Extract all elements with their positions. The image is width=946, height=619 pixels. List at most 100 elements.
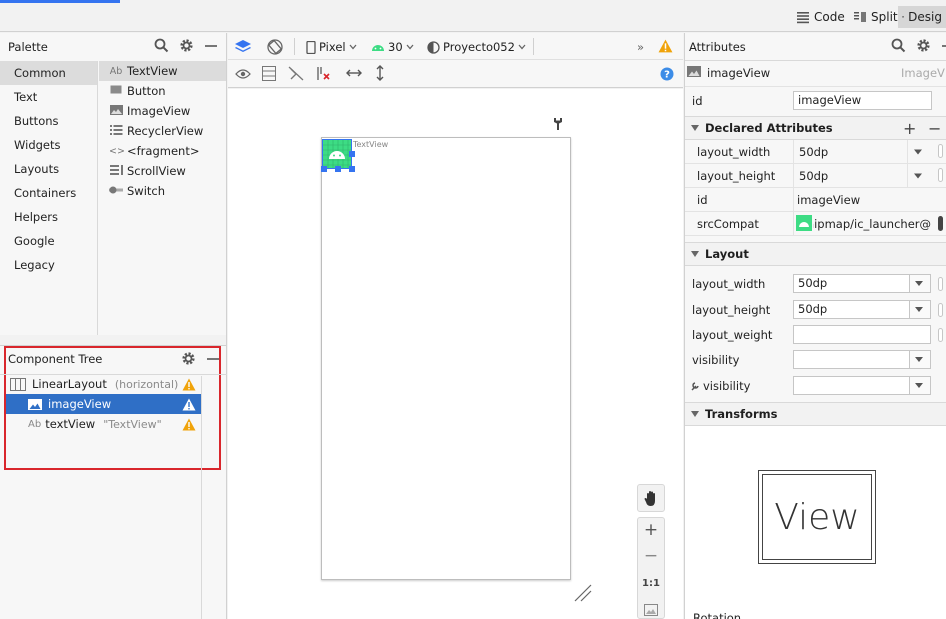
palette-category[interactable]: Common — [0, 61, 97, 85]
tree-row-textview[interactable]: Ab textView "TextView" — [6, 414, 201, 434]
visibility-dropdown[interactable] — [793, 350, 931, 369]
attr-name: id — [697, 193, 708, 207]
textview-preview[interactable]: TextView — [353, 140, 388, 149]
minimize-icon[interactable] — [206, 352, 220, 366]
toolbar-overflow-button[interactable]: » — [637, 37, 644, 57]
zoom-reset-button[interactable]: 1:1 — [638, 578, 664, 589]
palette-category[interactable]: Containers — [0, 181, 97, 205]
design-surface-button[interactable] — [234, 37, 252, 57]
attr-value[interactable]: imageView — [797, 193, 860, 207]
palette-item-imageview[interactable]: ImageView — [99, 101, 226, 121]
design-canvas[interactable]: TextView + − 1:1 — [228, 89, 683, 619]
palette-item-switch[interactable]: Switch — [99, 181, 226, 201]
resize-handle[interactable] — [349, 166, 355, 172]
resize-handle[interactable] — [335, 166, 341, 172]
warning-icon[interactable] — [182, 418, 196, 431]
zoom-fit-icon[interactable] — [644, 604, 658, 616]
autoconnect-off-icon[interactable] — [288, 66, 304, 81]
resize-handle[interactable] — [349, 151, 355, 157]
palette-category[interactable]: Google — [0, 229, 97, 253]
gear-icon[interactable] — [179, 38, 194, 53]
palette-category[interactable]: Widgets — [0, 133, 97, 157]
palette-item-recyclerview[interactable]: RecyclerView — [99, 121, 226, 141]
palette-item-scrollview[interactable]: ScrollView — [99, 161, 226, 181]
search-icon[interactable] — [891, 38, 906, 53]
divider — [294, 38, 295, 55]
layout-width-dropdown[interactable]: 50dp — [793, 274, 931, 293]
id-label: id — [692, 94, 703, 108]
palette-category[interactable]: Text — [0, 85, 97, 109]
resource-picker-handle[interactable] — [938, 328, 943, 342]
dropdown-arrow-icon[interactable] — [913, 149, 923, 155]
resource-picker-handle[interactable] — [938, 277, 943, 291]
palette-item-label: <fragment> — [127, 144, 200, 158]
palette-item-button[interactable]: Button — [99, 81, 226, 101]
blueprint-icon[interactable] — [262, 66, 276, 81]
palette-item-label: ScrollView — [127, 164, 186, 178]
palette-category[interactable]: Legacy — [0, 253, 97, 277]
declared-row-srccompat[interactable]: srcCompat @mipmap/ic_launcher — [685, 212, 946, 236]
warning-icon[interactable] — [182, 378, 196, 391]
id-field[interactable]: imageView — [793, 91, 932, 110]
resize-corner-icon[interactable] — [573, 583, 593, 603]
attr-value[interactable]: @mipmap/ic_launcher — [813, 217, 931, 231]
selected-image-view[interactable] — [321, 139, 355, 172]
palette-item-fragment[interactable]: <> <fragment> — [99, 141, 226, 161]
vertical-expand-icon[interactable] — [375, 65, 385, 81]
attr-value[interactable]: 50dp — [799, 169, 828, 183]
layout-height-dropdown[interactable]: 50dp — [793, 300, 931, 319]
search-icon[interactable] — [154, 38, 169, 53]
gear-icon[interactable] — [181, 351, 196, 366]
resource-picker-handle[interactable] — [938, 168, 943, 182]
panel-splitter[interactable] — [0, 335, 227, 345]
layout-row-tools-visibility: visibility — [685, 374, 946, 398]
tree-row-imageview[interactable]: imageView — [6, 394, 201, 414]
gear-icon[interactable] — [916, 38, 931, 53]
device-label: Pixel — [319, 40, 346, 54]
resize-handle[interactable] — [321, 166, 327, 172]
split-mode-button[interactable]: Split — [849, 6, 902, 28]
palette-category[interactable]: Helpers — [0, 205, 97, 229]
declared-row-layout-height[interactable]: layout_height 50dp — [685, 164, 946, 188]
api-level-selector[interactable]: 30 — [371, 37, 414, 57]
attr-value[interactable]: 50dp — [799, 145, 828, 159]
palette-item-textview[interactable]: Ab TextView — [99, 61, 226, 81]
rotation-label: Rotation — [693, 613, 741, 619]
help-icon[interactable]: ? — [660, 67, 674, 81]
resource-picker-handle[interactable] — [938, 303, 943, 317]
pan-button[interactable] — [637, 484, 665, 512]
resource-picker-handle[interactable] — [938, 216, 943, 231]
wrench-icon[interactable] — [552, 117, 564, 131]
view-transform-preview[interactable]: View — [758, 470, 876, 564]
orientation-button[interactable] — [266, 37, 284, 57]
palette-category[interactable]: Layouts — [0, 157, 97, 181]
zoom-in-button[interactable]: + — [638, 520, 664, 540]
zoom-out-button[interactable]: − — [638, 546, 664, 566]
device-selector[interactable]: Pixel — [306, 37, 357, 57]
code-lines-icon — [797, 12, 809, 24]
add-attribute-icon[interactable]: + — [903, 119, 916, 138]
resource-picker-handle[interactable] — [938, 144, 943, 158]
transforms-section-header[interactable]: Transforms — [685, 402, 946, 426]
declared-row-id[interactable]: id imageView — [685, 188, 946, 212]
eye-icon[interactable] — [235, 68, 251, 80]
code-mode-button[interactable]: Code — [792, 6, 849, 28]
design-mode-button[interactable]: Desig — [898, 6, 946, 28]
dropdown-arrow-icon[interactable] — [913, 173, 923, 179]
layout-section-header[interactable]: Layout — [685, 242, 946, 266]
palette-category[interactable]: Buttons — [0, 109, 97, 133]
remove-attribute-icon[interactable]: − — [928, 119, 941, 138]
minimize-icon[interactable] — [204, 39, 218, 53]
warning-icon[interactable] — [182, 398, 196, 411]
minimize-icon[interactable] — [941, 39, 946, 53]
clear-constraints-icon[interactable] — [316, 66, 331, 81]
warning-icon[interactable] — [658, 39, 673, 53]
tree-row-linearlayout[interactable]: LinearLayout (horizontal) — [6, 374, 201, 394]
declared-attributes-header[interactable]: Declared Attributes + − — [685, 116, 946, 140]
tools-visibility-dropdown[interactable] — [793, 376, 931, 395]
declared-row-layout-width[interactable]: layout_width 50dp — [685, 140, 946, 164]
theme-selector[interactable]: Proyecto052 — [427, 37, 526, 57]
device-preview[interactable]: TextView — [321, 137, 571, 580]
layout-weight-field[interactable] — [793, 325, 931, 344]
horizontal-expand-icon[interactable] — [346, 68, 362, 78]
